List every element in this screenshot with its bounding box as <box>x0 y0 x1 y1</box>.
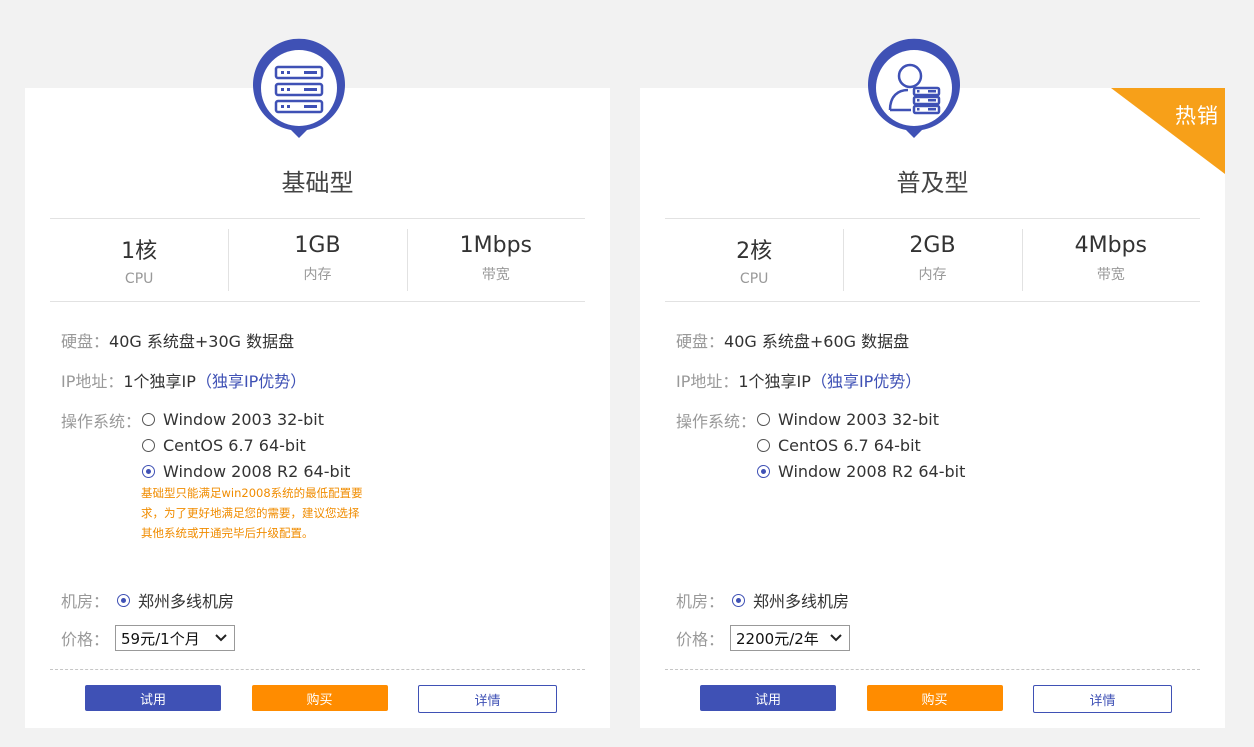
os-label: 操作系统： <box>676 412 757 431</box>
os-option-label: Window 2008 R2 64-bit <box>163 461 351 481</box>
spec-label: 内存 <box>303 267 332 283</box>
os-option-label: Window 2003 32-bit <box>163 409 324 429</box>
ip-row: IP地址：1个独享IP（独享IP优势） <box>61 368 306 392</box>
price-row: 价格： 59元/1个月 <box>61 625 236 651</box>
os-row: 操作系统： <box>676 408 756 432</box>
ip-value: 1个独享IP <box>123 372 196 391</box>
spec-value: 2核 <box>736 239 773 264</box>
os-option-label: Window 2003 32-bit <box>778 409 939 429</box>
ip-label: IP地址： <box>61 372 124 391</box>
spec-label: CPU <box>124 271 154 287</box>
price-selected-value: 2200元/2年 <box>736 629 819 648</box>
hot-sale-ribbon: 热销 <box>1111 88 1225 174</box>
ip-advantage-link[interactable]: （独享IP优势） <box>811 372 921 391</box>
try-button[interactable]: 试用 <box>85 685 221 711</box>
try-button[interactable]: 试用 <box>700 685 836 711</box>
spec-value: 1GB <box>294 233 341 258</box>
spec-memory: 2GB 内存 <box>843 219 1021 301</box>
os-option-win2008[interactable]: Window 2008 R2 64-bit <box>142 458 350 484</box>
price-selected-value: 59元/1个月 <box>121 629 200 648</box>
spec-memory: 1GB 内存 <box>228 219 406 301</box>
os-row: 操作系统： <box>61 408 141 432</box>
user-server-icon <box>864 38 964 148</box>
datacenter-row: 机房： 郑州多线机房 <box>61 588 234 612</box>
os-option-win2008[interactable]: Window 2008 R2 64-bit <box>757 458 965 484</box>
plan-card-standard: 热销 普及型 2核 CPU 2GB 内存 4Mbps 带宽 硬盘：40G 系统盘… <box>640 88 1225 728</box>
radio-icon[interactable] <box>757 438 770 452</box>
spec-label: 内存 <box>918 267 947 283</box>
os-option-win2003[interactable]: Window 2003 32-bit <box>142 406 350 432</box>
details-button[interactable]: 详情 <box>1033 685 1172 713</box>
disk-label: 硬盘： <box>676 332 725 351</box>
divider <box>665 669 1200 670</box>
spec-bar: 2核 CPU 2GB 内存 4Mbps 带宽 <box>665 218 1200 302</box>
plan-card-basic: 基础型 1核 CPU 1GB 内存 1Mbps 带宽 硬盘：40G 系统盘+30… <box>25 88 610 728</box>
details-button[interactable]: 详情 <box>418 685 557 713</box>
price-label: 价格： <box>676 630 725 649</box>
os-radio-group: Window 2003 32-bit CentOS 6.7 64-bit Win… <box>142 406 350 484</box>
spec-label: 带宽 <box>1096 267 1125 283</box>
spec-label: 带宽 <box>481 267 510 283</box>
os-radio-group: Window 2003 32-bit CentOS 6.7 64-bit Win… <box>757 406 965 484</box>
radio-selected-icon[interactable] <box>142 464 155 478</box>
os-option-centos[interactable]: CentOS 6.7 64-bit <box>757 432 965 458</box>
spec-bandwidth: 4Mbps 带宽 <box>1021 219 1200 301</box>
server-rack-icon <box>249 38 349 148</box>
radio-icon[interactable] <box>142 412 155 426</box>
os-option-label: CentOS 6.7 64-bit <box>778 435 921 455</box>
spec-value: 2GB <box>909 233 956 258</box>
divider <box>50 669 585 670</box>
action-buttons: 试用 购买 详情 <box>85 685 557 713</box>
price-row: 价格： 2200元/2年 <box>676 625 851 651</box>
os-option-label: Window 2008 R2 64-bit <box>778 461 966 481</box>
os-option-label: CentOS 6.7 64-bit <box>163 435 306 455</box>
spec-bar: 1核 CPU 1GB 内存 1Mbps 带宽 <box>50 218 585 302</box>
disk-row: 硬盘：40G 系统盘+30G 数据盘 <box>61 328 294 352</box>
datacenter-value: 郑州多线机房 <box>753 592 850 611</box>
datacenter-label: 机房： <box>61 592 110 611</box>
spec-cpu: 1核 CPU <box>50 219 228 301</box>
spec-bandwidth: 1Mbps 带宽 <box>406 219 585 301</box>
os-warning-note: 基础型只能满足win2008系统的最低配置要求，为了更好地满足您的需要，建议您选… <box>141 486 363 540</box>
os-label: 操作系统： <box>61 412 142 431</box>
datacenter-label: 机房： <box>676 592 725 611</box>
ip-advantage-link[interactable]: （独享IP优势） <box>196 372 306 391</box>
spec-value: 1核 <box>121 239 158 264</box>
datacenter-value: 郑州多线机房 <box>138 592 235 611</box>
spec-value: 1Mbps <box>459 233 532 258</box>
ip-value: 1个独享IP <box>738 372 811 391</box>
os-option-centos[interactable]: CentOS 6.7 64-bit <box>142 432 350 458</box>
disk-value: 40G 系统盘+30G 数据盘 <box>109 332 295 351</box>
buy-button[interactable]: 购买 <box>866 685 1003 711</box>
plan-title: 基础型 <box>281 169 354 197</box>
price-select[interactable]: 59元/1个月 <box>115 625 236 651</box>
plan-title: 普及型 <box>896 169 969 197</box>
chevron-down-icon <box>830 631 842 645</box>
datacenter-row: 机房： 郑州多线机房 <box>676 588 849 612</box>
buy-button[interactable]: 购买 <box>251 685 388 711</box>
price-label: 价格： <box>61 630 110 649</box>
action-buttons: 试用 购买 详情 <box>700 685 1172 713</box>
disk-row: 硬盘：40G 系统盘+60G 数据盘 <box>676 328 909 352</box>
chevron-down-icon <box>215 631 227 645</box>
radio-selected-icon[interactable] <box>732 593 746 607</box>
disk-value: 40G 系统盘+60G 数据盘 <box>724 332 910 351</box>
ip-label: IP地址： <box>676 372 739 391</box>
os-option-win2003[interactable]: Window 2003 32-bit <box>757 406 965 432</box>
price-select[interactable]: 2200元/2年 <box>730 625 851 651</box>
radio-selected-icon[interactable] <box>757 464 770 478</box>
radio-icon[interactable] <box>757 412 770 426</box>
ribbon-label: 热销 <box>1175 104 1219 128</box>
spec-cpu: 2核 CPU <box>665 219 843 301</box>
radio-selected-icon[interactable] <box>117 593 131 607</box>
radio-icon[interactable] <box>142 438 155 452</box>
ip-row: IP地址：1个独享IP（独享IP优势） <box>676 368 921 392</box>
spec-value: 4Mbps <box>1074 233 1147 258</box>
spec-label: CPU <box>739 271 769 287</box>
disk-label: 硬盘： <box>61 332 110 351</box>
